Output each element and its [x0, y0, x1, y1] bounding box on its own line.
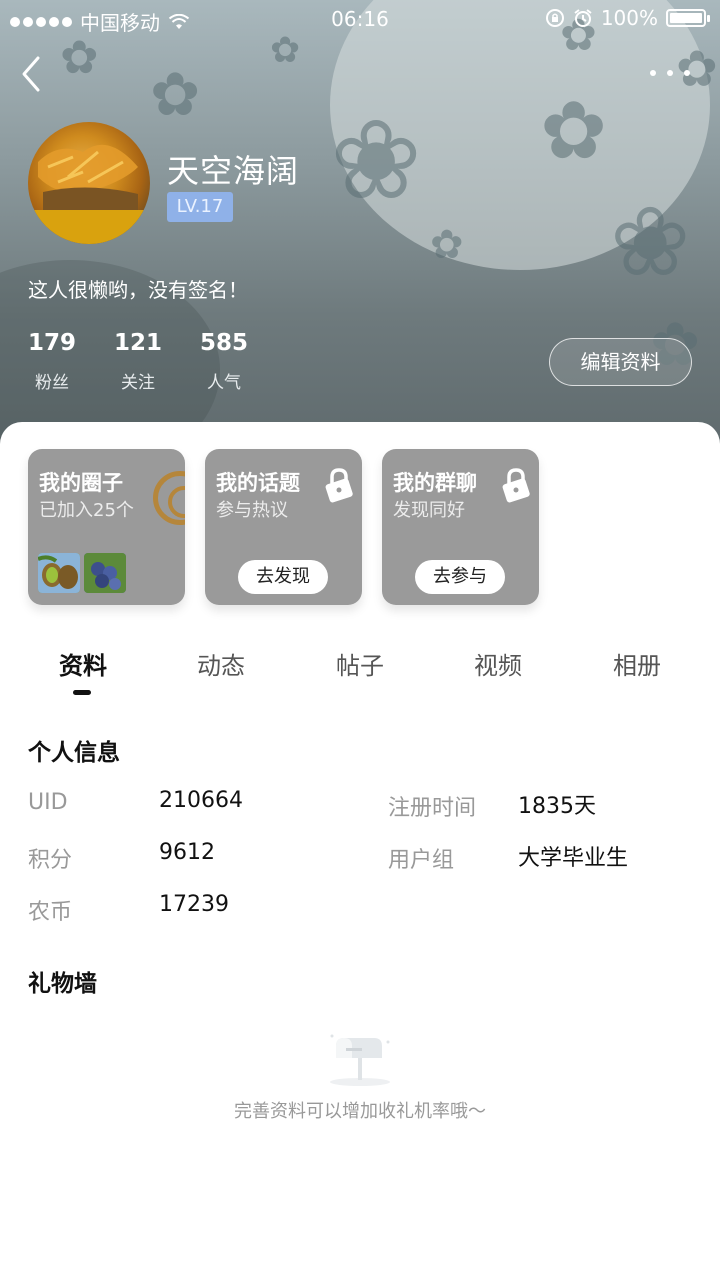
points-value: 9612 [159, 840, 215, 865]
uid-label: UID [28, 790, 68, 815]
registration-time-label: 注册时间 [388, 796, 477, 821]
more-dot-icon [667, 70, 673, 76]
personal-info-title: 个人信息 [28, 740, 120, 766]
more-options-button[interactable] [650, 58, 690, 88]
card-my-topics[interactable]: 我的话题 参与热议 去发现 [205, 449, 362, 605]
card-subtitle: 已加入25个 [39, 500, 134, 521]
points-label: 积分 [28, 848, 73, 873]
coins-label: 农币 [28, 900, 73, 925]
stat-value: 179 [28, 330, 77, 356]
stat-fans[interactable]: 179 粉丝 [28, 330, 76, 393]
battery-icon [666, 9, 710, 27]
battery-percentage: 100% [600, 6, 658, 30]
tab-videos[interactable]: 视频 [448, 646, 548, 681]
card-my-group-chats[interactable]: 我的群聊 发现同好 去参与 [382, 449, 539, 605]
tab-profile[interactable]: 资料 [33, 646, 133, 681]
tab-albums[interactable]: 相册 [587, 646, 687, 681]
more-dot-icon [684, 70, 690, 76]
card-subtitle: 发现同好 [393, 500, 465, 521]
stat-value: 585 [200, 330, 249, 356]
card-title: 我的圈子 [39, 471, 123, 495]
coins-value: 17239 [159, 892, 229, 917]
stat-label: 人气 [207, 373, 242, 393]
edit-profile-button[interactable]: 编辑资料 [549, 338, 692, 386]
profile-tabs: 资料 动态 帖子 视频 相册 [0, 646, 720, 696]
more-dot-icon [650, 70, 656, 76]
back-button[interactable] [18, 54, 48, 94]
registration-time-value: 1835天 [518, 794, 596, 819]
discover-button[interactable]: 去发现 [238, 560, 328, 594]
empty-mailbox-icon [330, 1034, 390, 1086]
avatar[interactable] [28, 122, 150, 244]
rotation-lock-icon [545, 9, 564, 27]
active-tab-indicator [73, 690, 91, 695]
alarm-icon [574, 9, 592, 27]
circle-thumbnail-blueberry[interactable] [84, 553, 126, 593]
stat-popularity[interactable]: 585 人气 [200, 330, 248, 393]
uid-value: 210664 [159, 788, 243, 813]
user-group-label: 用户组 [388, 848, 455, 873]
chevron-left-icon [22, 56, 40, 92]
stat-value: 121 [114, 330, 163, 356]
circle-thumbnail-kiwi[interactable] [38, 553, 80, 593]
stat-label: 关注 [121, 373, 156, 393]
username: 天空海阔 [167, 152, 300, 190]
profile-stats: 179 粉丝 121 关注 585 人气 [28, 330, 286, 393]
tab-activity[interactable]: 动态 [171, 646, 271, 681]
card-my-circles[interactable]: 我的圈子 已加入25个 [28, 449, 185, 605]
card-title: 我的群聊 [393, 471, 477, 495]
lock-icon [502, 468, 530, 503]
signature: 这人很懒哟，没有签名！ [28, 278, 248, 302]
tab-posts[interactable]: 帖子 [310, 646, 410, 681]
level-badge: LV.17 [167, 192, 233, 222]
stat-following[interactable]: 121 关注 [114, 330, 162, 393]
gift-wall-title: 礼物墙 [28, 971, 97, 997]
circle-logo-icon [153, 471, 185, 525]
card-subtitle: 参与热议 [216, 500, 288, 521]
card-title: 我的话题 [216, 471, 300, 495]
join-button[interactable]: 去参与 [415, 560, 505, 594]
status-bar: 中国移动 06:16 100% [0, 0, 720, 38]
user-group-value: 大学毕业生 [518, 846, 629, 871]
gift-wall-empty-text: 完善资料可以增加收礼机率哦～ [234, 1101, 486, 1122]
stat-label: 粉丝 [35, 373, 69, 393]
lock-icon [325, 468, 353, 503]
